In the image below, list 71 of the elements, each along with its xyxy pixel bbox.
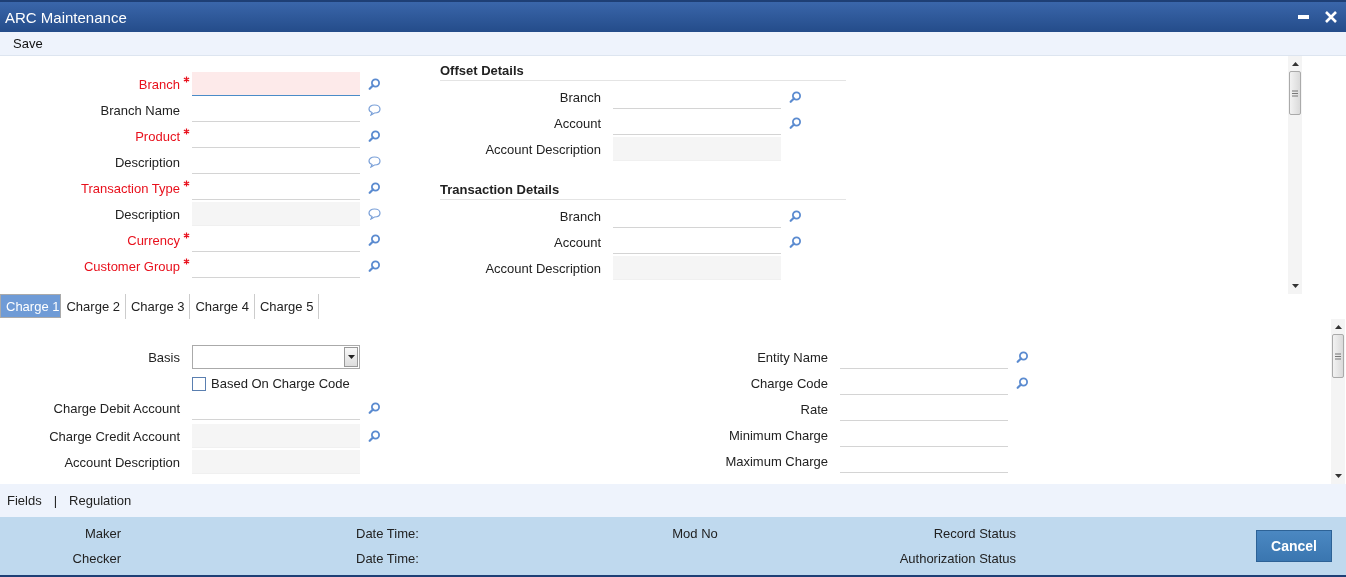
close-icon[interactable] (1325, 11, 1337, 23)
field-label: Transaction Type (80, 180, 180, 196)
speech-bubble-icon[interactable] (368, 104, 381, 116)
search-icon[interactable] (1016, 377, 1029, 389)
checkbox[interactable] (192, 376, 206, 391)
search-icon[interactable] (368, 234, 381, 246)
field-label: Customer Group (82, 258, 180, 274)
field-label: Basis (147, 349, 180, 365)
caret-icon[interactable] (347, 355, 355, 359)
field-label: Account Description (63, 454, 180, 470)
field-label: Branch (137, 76, 180, 92)
window-title: ARC Maintenance (5, 8, 127, 26)
field-label: Minimum Charge (728, 427, 828, 443)
scroll-thumb[interactable] (1289, 71, 1301, 115)
field-label: Account Description (484, 260, 601, 276)
search-icon[interactable] (789, 210, 802, 222)
checkbox-label: Based On Charge Code (211, 376, 350, 391)
link[interactable]: Regulation (65, 493, 136, 508)
search-icon[interactable] (789, 117, 802, 129)
field-label: Account Description (484, 141, 601, 157)
section-header: Offset Details (440, 62, 846, 81)
field-label: Description (113, 154, 180, 170)
required-icon (183, 76, 190, 83)
scrollbar[interactable] (1331, 319, 1345, 484)
search-icon[interactable] (789, 91, 802, 103)
search-icon[interactable] (368, 78, 381, 90)
search-icon[interactable] (368, 430, 381, 442)
audit-label: Date Time: (356, 526, 420, 541)
field-label: Branch (558, 89, 601, 105)
field-label: Entity Name (756, 349, 828, 365)
field-label: Rate (799, 401, 828, 417)
field-label: Branch Name (99, 102, 180, 118)
speech-bubble-icon[interactable] (368, 156, 381, 168)
audit-label: Checker (71, 551, 121, 566)
field-label: Charge Debit Account (52, 400, 180, 416)
audit-label: Record Status (932, 526, 1016, 541)
search-icon[interactable] (368, 130, 381, 142)
search-icon[interactable] (368, 182, 381, 194)
audit-label: Authorization Status (898, 551, 1016, 566)
search-icon[interactable] (368, 402, 381, 414)
scroll-thumb[interactable] (1332, 334, 1344, 378)
separator: | (52, 493, 59, 508)
field-label: Account (553, 115, 601, 131)
cancel-button[interactable]: Cancel (1256, 530, 1332, 562)
field-label: Currency (126, 232, 180, 248)
field-label: Maximum Charge (724, 453, 828, 469)
audit-label: Mod No (671, 526, 719, 541)
section-header: Transaction Details (440, 181, 846, 200)
field-label: Branch (558, 208, 601, 224)
audit-label: Maker (83, 526, 121, 541)
scroll-up-icon[interactable] (1334, 325, 1342, 329)
speech-bubble-icon[interactable] (368, 208, 381, 220)
required-icon (183, 232, 190, 239)
required-icon (183, 180, 190, 187)
required-icon (183, 258, 190, 265)
field-label: Product (134, 128, 180, 144)
search-icon[interactable] (368, 260, 381, 272)
search-icon[interactable] (789, 236, 802, 248)
required-icon (183, 128, 190, 135)
scroll-down-icon[interactable] (1291, 284, 1299, 288)
field-label: Description (113, 206, 180, 222)
link[interactable]: Fields (3, 493, 46, 508)
audit-label: Date Time: (356, 551, 420, 566)
field-label: Account (553, 234, 601, 250)
scroll-up-icon[interactable] (1291, 62, 1299, 66)
search-icon[interactable] (1016, 351, 1029, 363)
field-label: Charge Code (749, 375, 828, 391)
scrollbar[interactable] (1288, 56, 1302, 294)
scroll-down-icon[interactable] (1334, 474, 1342, 478)
field-label: Charge Credit Account (48, 428, 180, 444)
input-field[interactable] (192, 72, 360, 96)
